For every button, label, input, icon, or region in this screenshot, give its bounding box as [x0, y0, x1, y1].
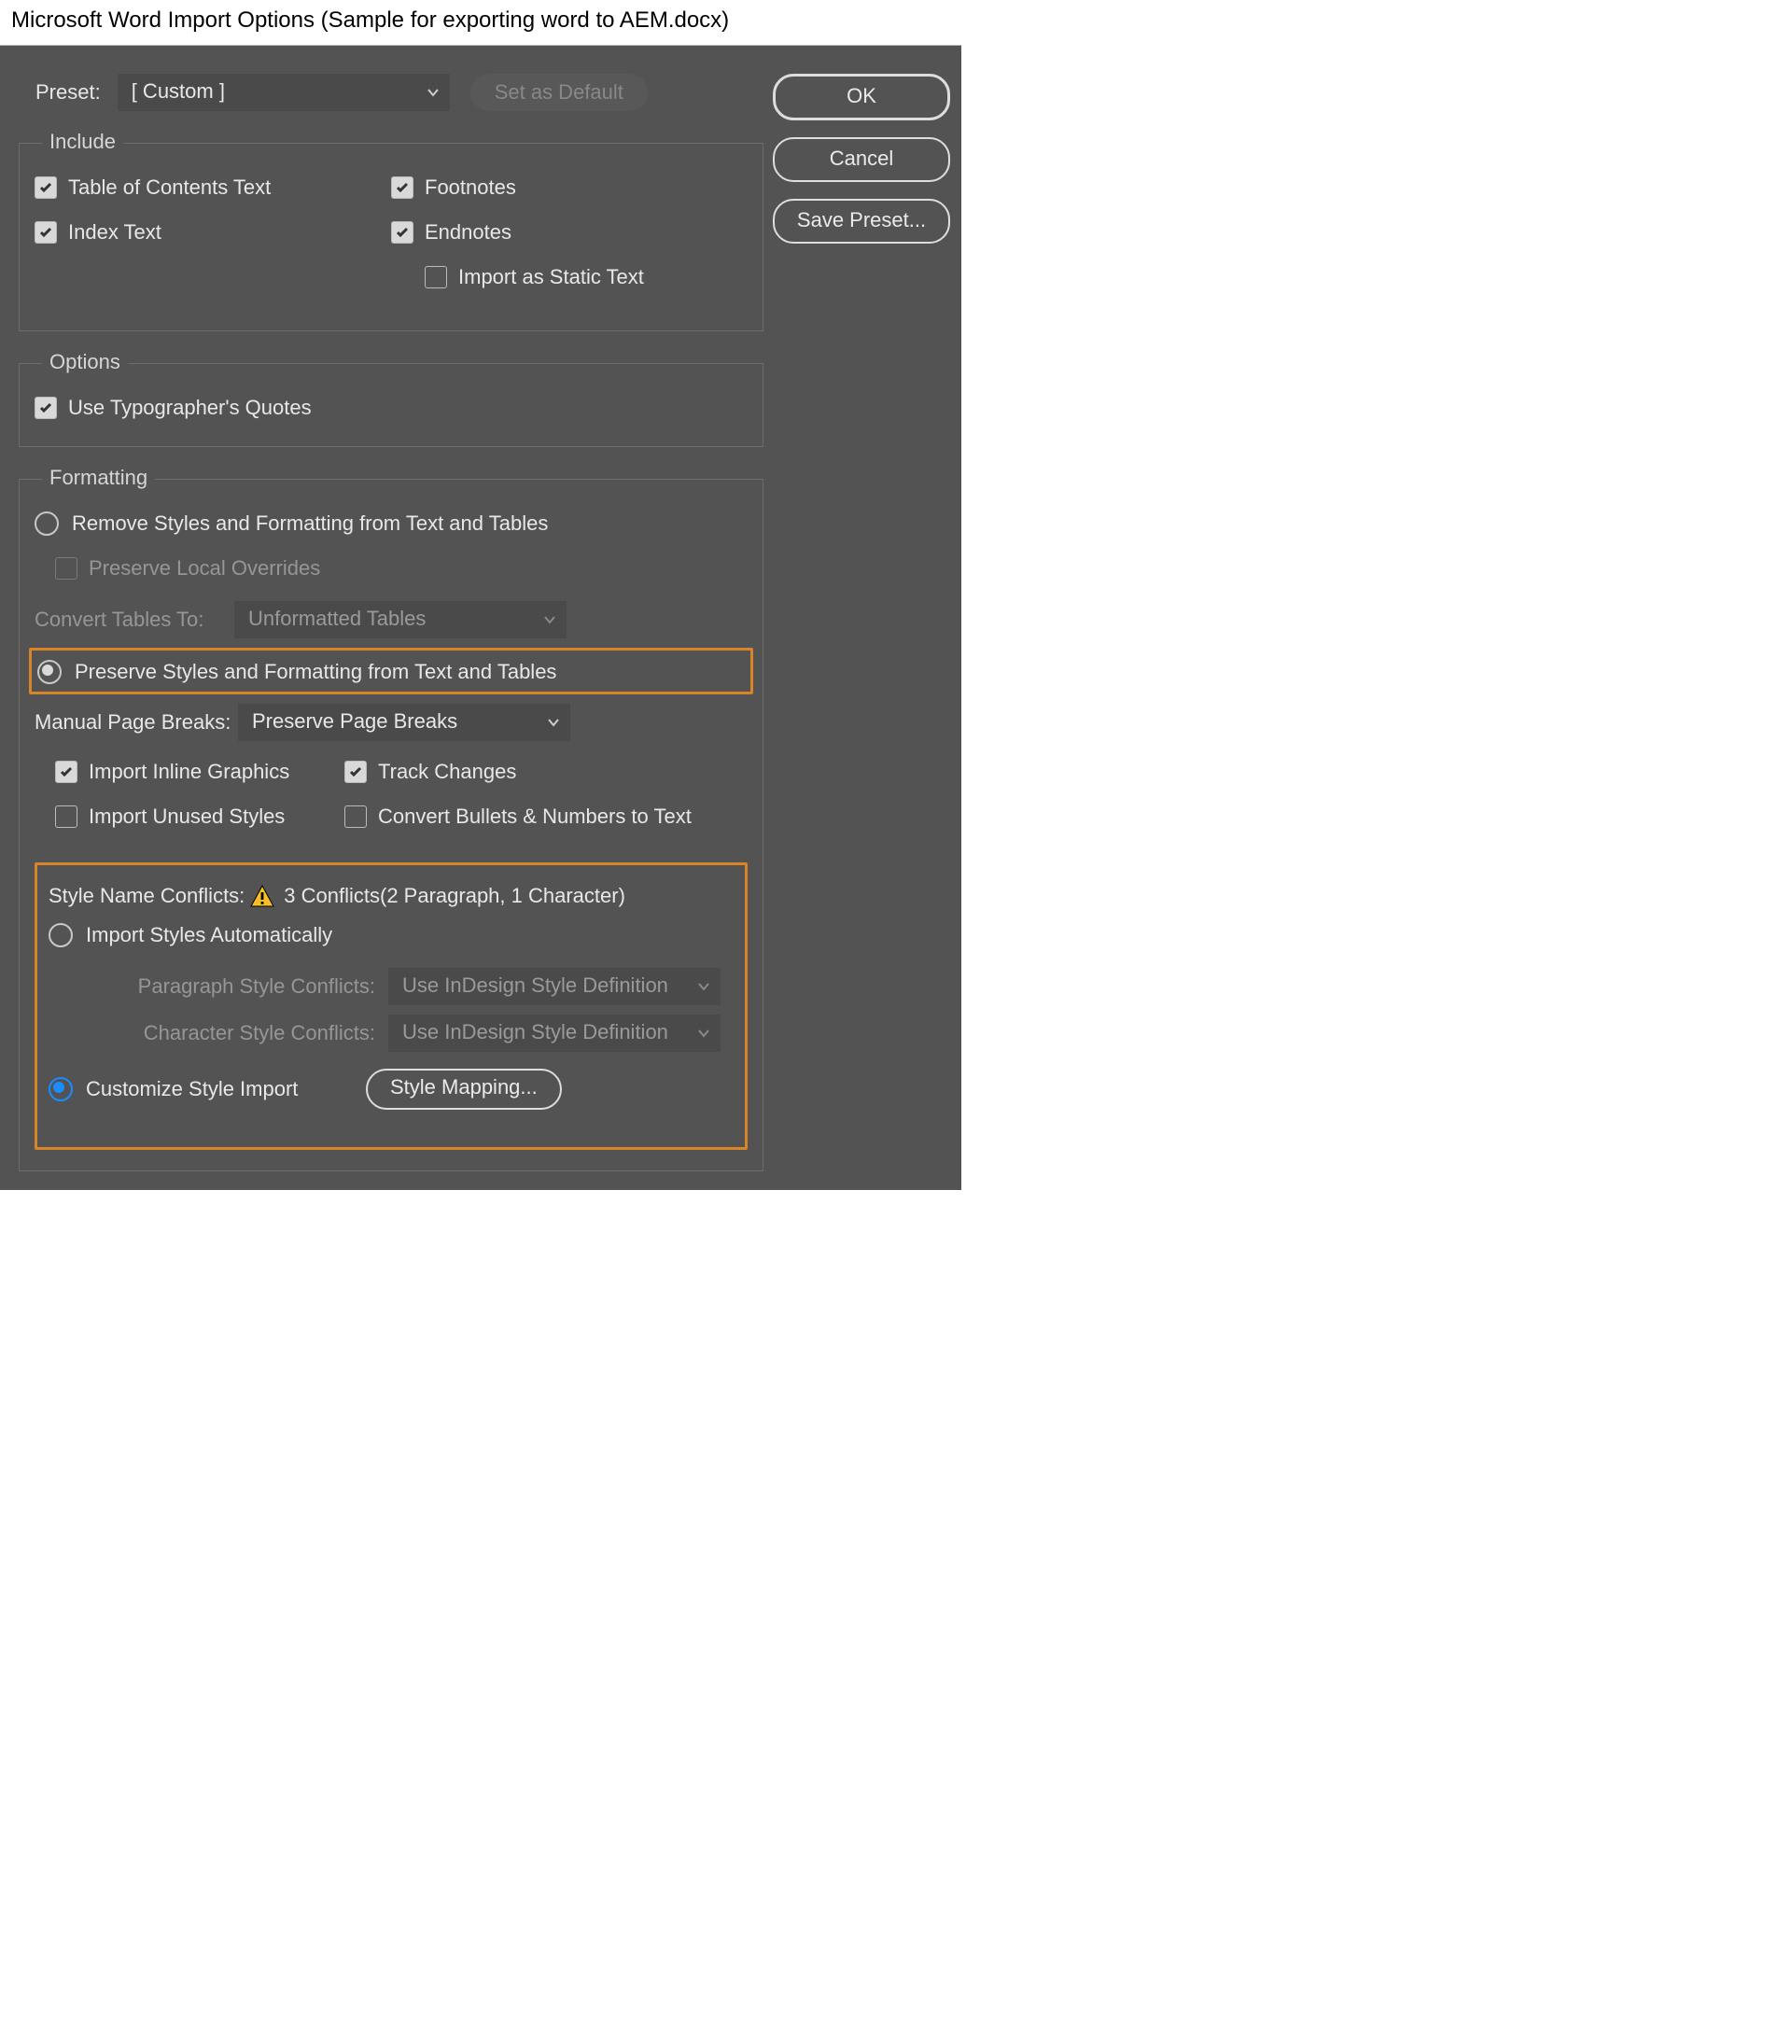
manual-page-breaks-label: Manual Page Breaks: — [35, 710, 238, 735]
import-inline-graphics-checkbox[interactable] — [55, 761, 77, 783]
preset-label: Preset: — [35, 80, 101, 105]
customize-style-import-radio[interactable] — [49, 1077, 73, 1101]
footnotes-checkbox[interactable] — [391, 176, 413, 199]
remove-styles-label: Remove Styles and Formatting from Text a… — [72, 511, 548, 536]
index-label: Index Text — [68, 220, 161, 245]
dialog-title: Microsoft Word Import Options (Sample fo… — [0, 0, 961, 46]
include-legend: Include — [42, 130, 123, 154]
convert-tables-label: Convert Tables To: — [35, 608, 229, 632]
character-style-conflicts-dropdown: Use InDesign Style Definition — [388, 1015, 721, 1052]
preserve-styles-label: Preserve Styles and Formatting from Text… — [75, 660, 556, 684]
style-conflicts-highlight: Style Name Conflicts: 3 Conflicts(2 Para… — [35, 862, 748, 1150]
import-styles-auto-label: Import Styles Automatically — [86, 923, 332, 947]
preserve-local-overrides-label: Preserve Local Overrides — [89, 556, 320, 581]
cancel-button[interactable]: Cancel — [773, 137, 950, 182]
preserve-styles-highlight: Preserve Styles and Formatting from Text… — [29, 648, 753, 694]
chevron-down-icon — [697, 970, 710, 1003]
import-unused-styles-label: Import Unused Styles — [89, 805, 285, 829]
chevron-down-icon — [427, 76, 440, 109]
chevron-down-icon — [543, 603, 556, 637]
convert-bullets-checkbox[interactable] — [344, 805, 367, 828]
paragraph-style-conflicts-label: Paragraph Style Conflicts: — [49, 974, 388, 999]
warning-icon — [250, 885, 274, 907]
import-inline-graphics-label: Import Inline Graphics — [89, 760, 289, 784]
preset-value: [ Custom ] — [132, 79, 225, 103]
set-as-default-button[interactable]: Set as Default — [470, 74, 648, 111]
typographer-quotes-label: Use Typographer's Quotes — [68, 396, 312, 420]
import-styles-auto-radio[interactable] — [49, 923, 73, 947]
preserve-local-overrides-checkbox — [55, 557, 77, 580]
save-preset-button[interactable]: Save Preset... — [773, 199, 950, 244]
convert-tables-dropdown: Unformatted Tables — [234, 601, 567, 638]
toc-label: Table of Contents Text — [68, 175, 271, 200]
character-style-conflicts-value: Use InDesign Style Definition — [402, 1020, 668, 1043]
character-style-conflicts-label: Character Style Conflicts: — [49, 1021, 388, 1045]
convert-tables-value: Unformatted Tables — [248, 607, 426, 630]
endnotes-label: Endnotes — [425, 220, 511, 245]
paragraph-style-conflicts-dropdown: Use InDesign Style Definition — [388, 968, 721, 1005]
preset-dropdown[interactable]: [ Custom ] — [118, 74, 450, 111]
toc-checkbox[interactable] — [35, 176, 57, 199]
track-changes-label: Track Changes — [378, 760, 516, 784]
manual-page-breaks-value: Preserve Page Breaks — [252, 709, 457, 733]
options-legend: Options — [42, 350, 128, 374]
track-changes-checkbox[interactable] — [344, 761, 367, 783]
chevron-down-icon — [547, 706, 560, 739]
chevron-down-icon — [697, 1016, 710, 1050]
static-text-checkbox[interactable] — [425, 266, 447, 288]
index-checkbox[interactable] — [35, 221, 57, 244]
customize-style-import-label: Customize Style Import — [86, 1077, 366, 1101]
static-text-label: Import as Static Text — [458, 265, 644, 289]
import-unused-styles-checkbox[interactable] — [55, 805, 77, 828]
preserve-styles-radio[interactable] — [37, 660, 62, 684]
style-conflicts-label: Style Name Conflicts: — [49, 884, 245, 908]
convert-bullets-label: Convert Bullets & Numbers to Text — [378, 805, 692, 829]
paragraph-style-conflicts-value: Use InDesign Style Definition — [402, 973, 668, 997]
footnotes-label: Footnotes — [425, 175, 516, 200]
style-mapping-button[interactable]: Style Mapping... — [366, 1069, 562, 1110]
remove-styles-radio[interactable] — [35, 511, 59, 536]
formatting-legend: Formatting — [42, 466, 155, 490]
manual-page-breaks-dropdown[interactable]: Preserve Page Breaks — [238, 704, 570, 741]
style-conflicts-text: 3 Conflicts(2 Paragraph, 1 Character) — [284, 884, 625, 908]
typographer-quotes-checkbox[interactable] — [35, 397, 57, 419]
ok-button[interactable]: OK — [773, 74, 950, 120]
endnotes-checkbox[interactable] — [391, 221, 413, 244]
